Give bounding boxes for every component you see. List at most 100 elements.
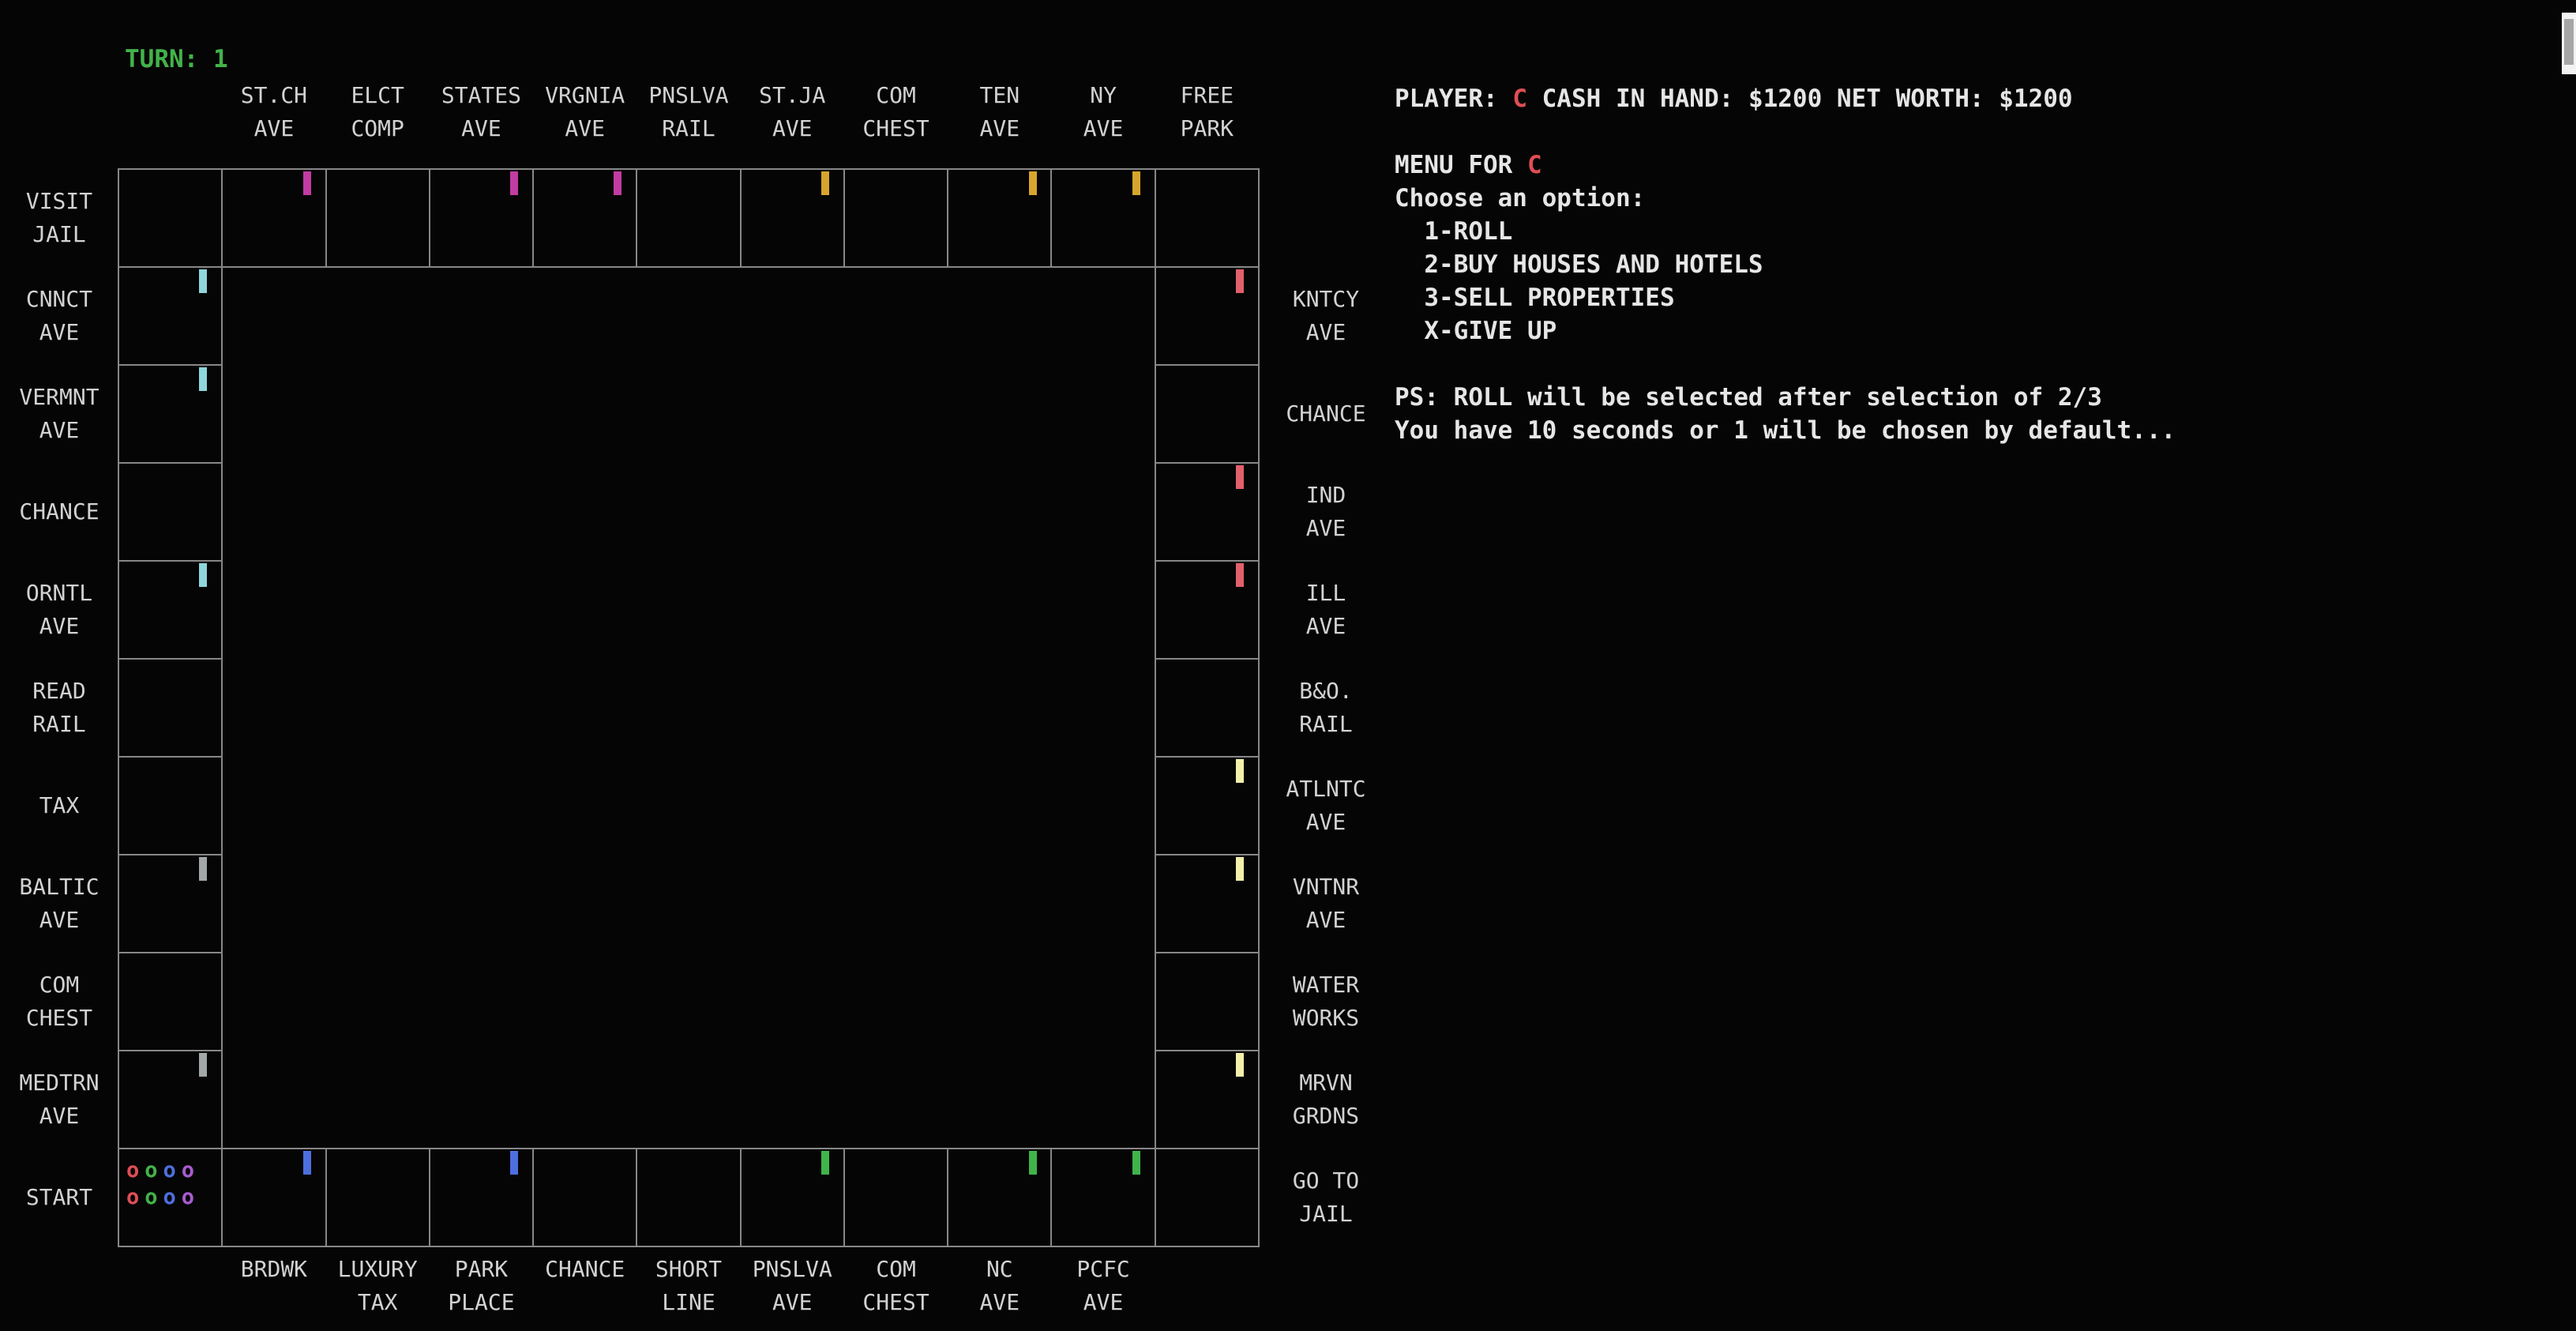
player-token: o [182,1188,194,1207]
label-com-chest: COMCHEST [844,79,948,145]
label-water-works: WATERWORKS [1264,953,1388,1051]
menu-prompt: Choose an option: [1395,182,2176,215]
label-baltic-ave: BALTICAVE [0,855,118,953]
cell-luxury-tax [326,1149,430,1246]
ny-ave-color-bar [1132,171,1140,195]
label-vermnt-ave: VERMNTAVE [0,365,118,463]
scrollbar-track[interactable] [2562,13,2576,74]
label-chance: CHANCE [0,463,118,561]
player-token: o [145,1161,157,1180]
cell-com-chest [844,1149,948,1246]
vntnr-ave-color-bar [1236,857,1244,881]
player-token: o [145,1188,157,1207]
cell-com-chest [844,169,948,267]
vermnt-ave-color-bar [199,367,207,391]
menu-option-2-buy-houses-and-hotels[interactable]: 2-BUY HOUSES AND HOTELS [1395,248,2176,281]
cell-ny-ave [1051,169,1155,267]
label-b-o-rail: B&O.RAIL [1264,659,1388,757]
vrgnia-ave-color-bar [614,171,621,195]
label-st-ch-ave: ST.CHAVE [222,79,325,145]
menu-player-name: C [1527,151,1542,179]
player-token: o [182,1161,194,1180]
player-status-prefix: PLAYER: [1395,85,1512,113]
cell-ind-ave [1155,463,1259,561]
nc-ave-color-bar [1029,1151,1037,1175]
cell-vrgnia-ave [533,169,636,267]
label-chance: CHANCE [533,1253,636,1319]
cell-kntcy-ave [1155,267,1259,365]
player-token-row: oooo [126,1188,194,1207]
mrvn-grdns-color-bar [1236,1053,1244,1077]
cell-go-to-jail [1155,1149,1259,1246]
st-ja-ave-color-bar [821,171,829,195]
label-short-line: SHORTLINE [636,1253,740,1319]
player-token: o [126,1161,139,1180]
cell-nc-ave [948,1149,1051,1246]
player-tokens: oooooooo [126,1161,194,1207]
label-vntnr-ave: VNTNRAVE [1264,855,1388,953]
cell-free-park [1155,169,1259,267]
st-ch-ave-color-bar [303,171,311,195]
player-status-line: PLAYER: C CASH IN HAND: $1200 NET WORTH:… [1395,82,2176,115]
label-pnslva-ave: PNSLVAAVE [741,1253,844,1319]
cell-vermnt-ave [118,365,222,463]
ind-ave-color-bar [1236,465,1244,489]
states-ave-color-bar [510,171,518,195]
cell-com-chest [118,953,222,1051]
baltic-ave-color-bar [199,857,207,881]
menu-header-prefix: MENU FOR [1395,151,1527,179]
cell-chance [533,1149,636,1246]
label-go-to-jail: GO TOJAIL [1264,1149,1388,1246]
ps-note-line-1: PS: ROLL will be selected after selectio… [1395,381,2176,414]
cell-read-rail [118,659,222,757]
label-brdwk: BRDWK [222,1253,325,1319]
cell-chance [1155,365,1259,463]
label-elct-comp: ELCTCOMP [326,79,430,145]
label-st-ja-ave: ST.JAAVE [741,79,844,145]
cell-ten-ave [948,169,1051,267]
label-visit-jail: VISITJAIL [0,169,118,267]
cell-water-works [1155,953,1259,1051]
turn-indicator: TURN: 1 [125,43,228,76]
cell-park-place [430,1149,533,1246]
cell-start: oooooooo [118,1149,222,1246]
kntcy-ave-color-bar [1236,269,1244,293]
ten-ave-color-bar [1029,171,1037,195]
pnslva-ave-color-bar [821,1151,829,1175]
player-token: o [163,1161,176,1180]
cell-st-ch-ave [222,169,325,267]
label-ten-ave: TENAVE [948,79,1051,145]
player-token: o [126,1188,139,1207]
cell-atlntc-ave [1155,757,1259,855]
label-ill-ave: ILLAVE [1264,561,1388,659]
label-mrvn-grdns: MRVNGRDNS [1264,1051,1388,1149]
menu-option-x-give-up[interactable]: X-GIVE UP [1395,314,2176,348]
scrollbar-thumb[interactable] [2564,19,2574,65]
info-panel: PLAYER: C CASH IN HAND: $1200 NET WORTH:… [1395,82,2176,447]
label-park-place: PARKPLACE [430,1253,533,1319]
menu-option-1-roll[interactable]: 1-ROLL [1395,215,2176,248]
label-pnslva-rail: PNSLVARAIL [636,79,740,145]
board-top-labels: ST.CHAVEELCTCOMPSTATESAVEVRGNIAAVEPNSLVA… [118,79,1259,145]
label-atlntc-ave: ATLNTCAVE [1264,757,1388,855]
cell-brdwk [222,1149,325,1246]
label-nc-ave: NCAVE [948,1253,1051,1319]
ill-ave-color-bar [1236,563,1244,587]
park-place-color-bar [510,1151,518,1175]
menu-option-3-sell-properties[interactable]: 3-SELL PROPERTIES [1395,281,2176,314]
label-read-rail: READRAIL [0,659,118,757]
brdwk-color-bar [303,1151,311,1175]
cell-tax [118,757,222,855]
cell-pcfc-ave [1051,1149,1155,1246]
label-luxury-tax: LUXURYTAX [326,1253,430,1319]
menu-header: MENU FOR C [1395,149,2176,182]
monopoly-board: oooooooo [118,169,1259,1246]
cell-elct-comp [326,169,430,267]
cell-pnslva-rail [636,169,740,267]
cell-vntnr-ave [1155,855,1259,953]
label-ind-ave: INDAVE [1264,463,1388,561]
medtrn-ave-color-bar [199,1053,207,1077]
cell-st-ja-ave [741,169,844,267]
label-vrgnia-ave: VRGNIAAVE [533,79,636,145]
cell-ill-ave [1155,561,1259,659]
